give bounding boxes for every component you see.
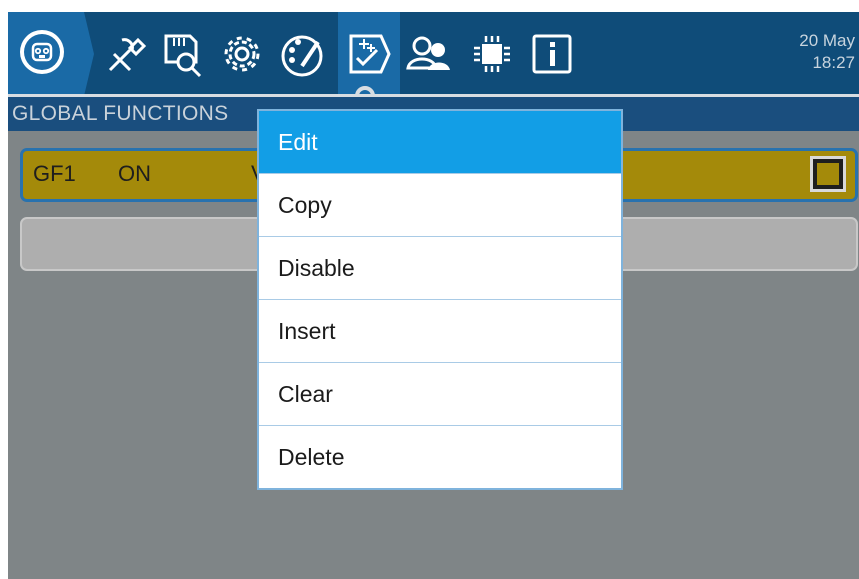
radio-screen: 20 May 18:27 GLOBAL FUNCTIONS GF1 ON V E… [8,12,859,579]
date-label: 20 May [799,31,855,50]
tools-icon[interactable] [100,26,152,82]
sd-card-icon[interactable] [156,26,208,82]
info-icon[interactable] [526,26,578,82]
hardware-chip-icon[interactable] [466,26,518,82]
time-label: 18:27 [812,53,855,72]
page-title: GLOBAL FUNCTIONS [12,102,229,125]
menu-item-copy[interactable]: Copy [259,174,621,237]
model-tab[interactable] [8,12,94,96]
datetime-display: 20 May 18:27 [799,30,855,74]
function-state: ON [118,161,151,186]
menu-item-insert[interactable]: Insert [259,300,621,363]
top-bar: 20 May 18:27 [8,12,859,106]
function-id: GF1 [33,161,76,186]
palette-icon[interactable] [276,26,328,82]
menu-item-disable[interactable]: Disable [259,237,621,300]
special-functions-icon[interactable] [343,26,395,82]
enable-checkbox[interactable] [810,156,846,192]
menu-item-clear[interactable]: Clear [259,363,621,426]
menu-item-delete[interactable]: Delete [259,426,621,489]
gear-icon[interactable] [216,26,268,82]
menu-item-edit[interactable]: Edit [259,111,621,174]
users-icon[interactable] [402,26,454,82]
context-menu: Edit Copy Disable Insert Clear Delete [257,109,623,490]
